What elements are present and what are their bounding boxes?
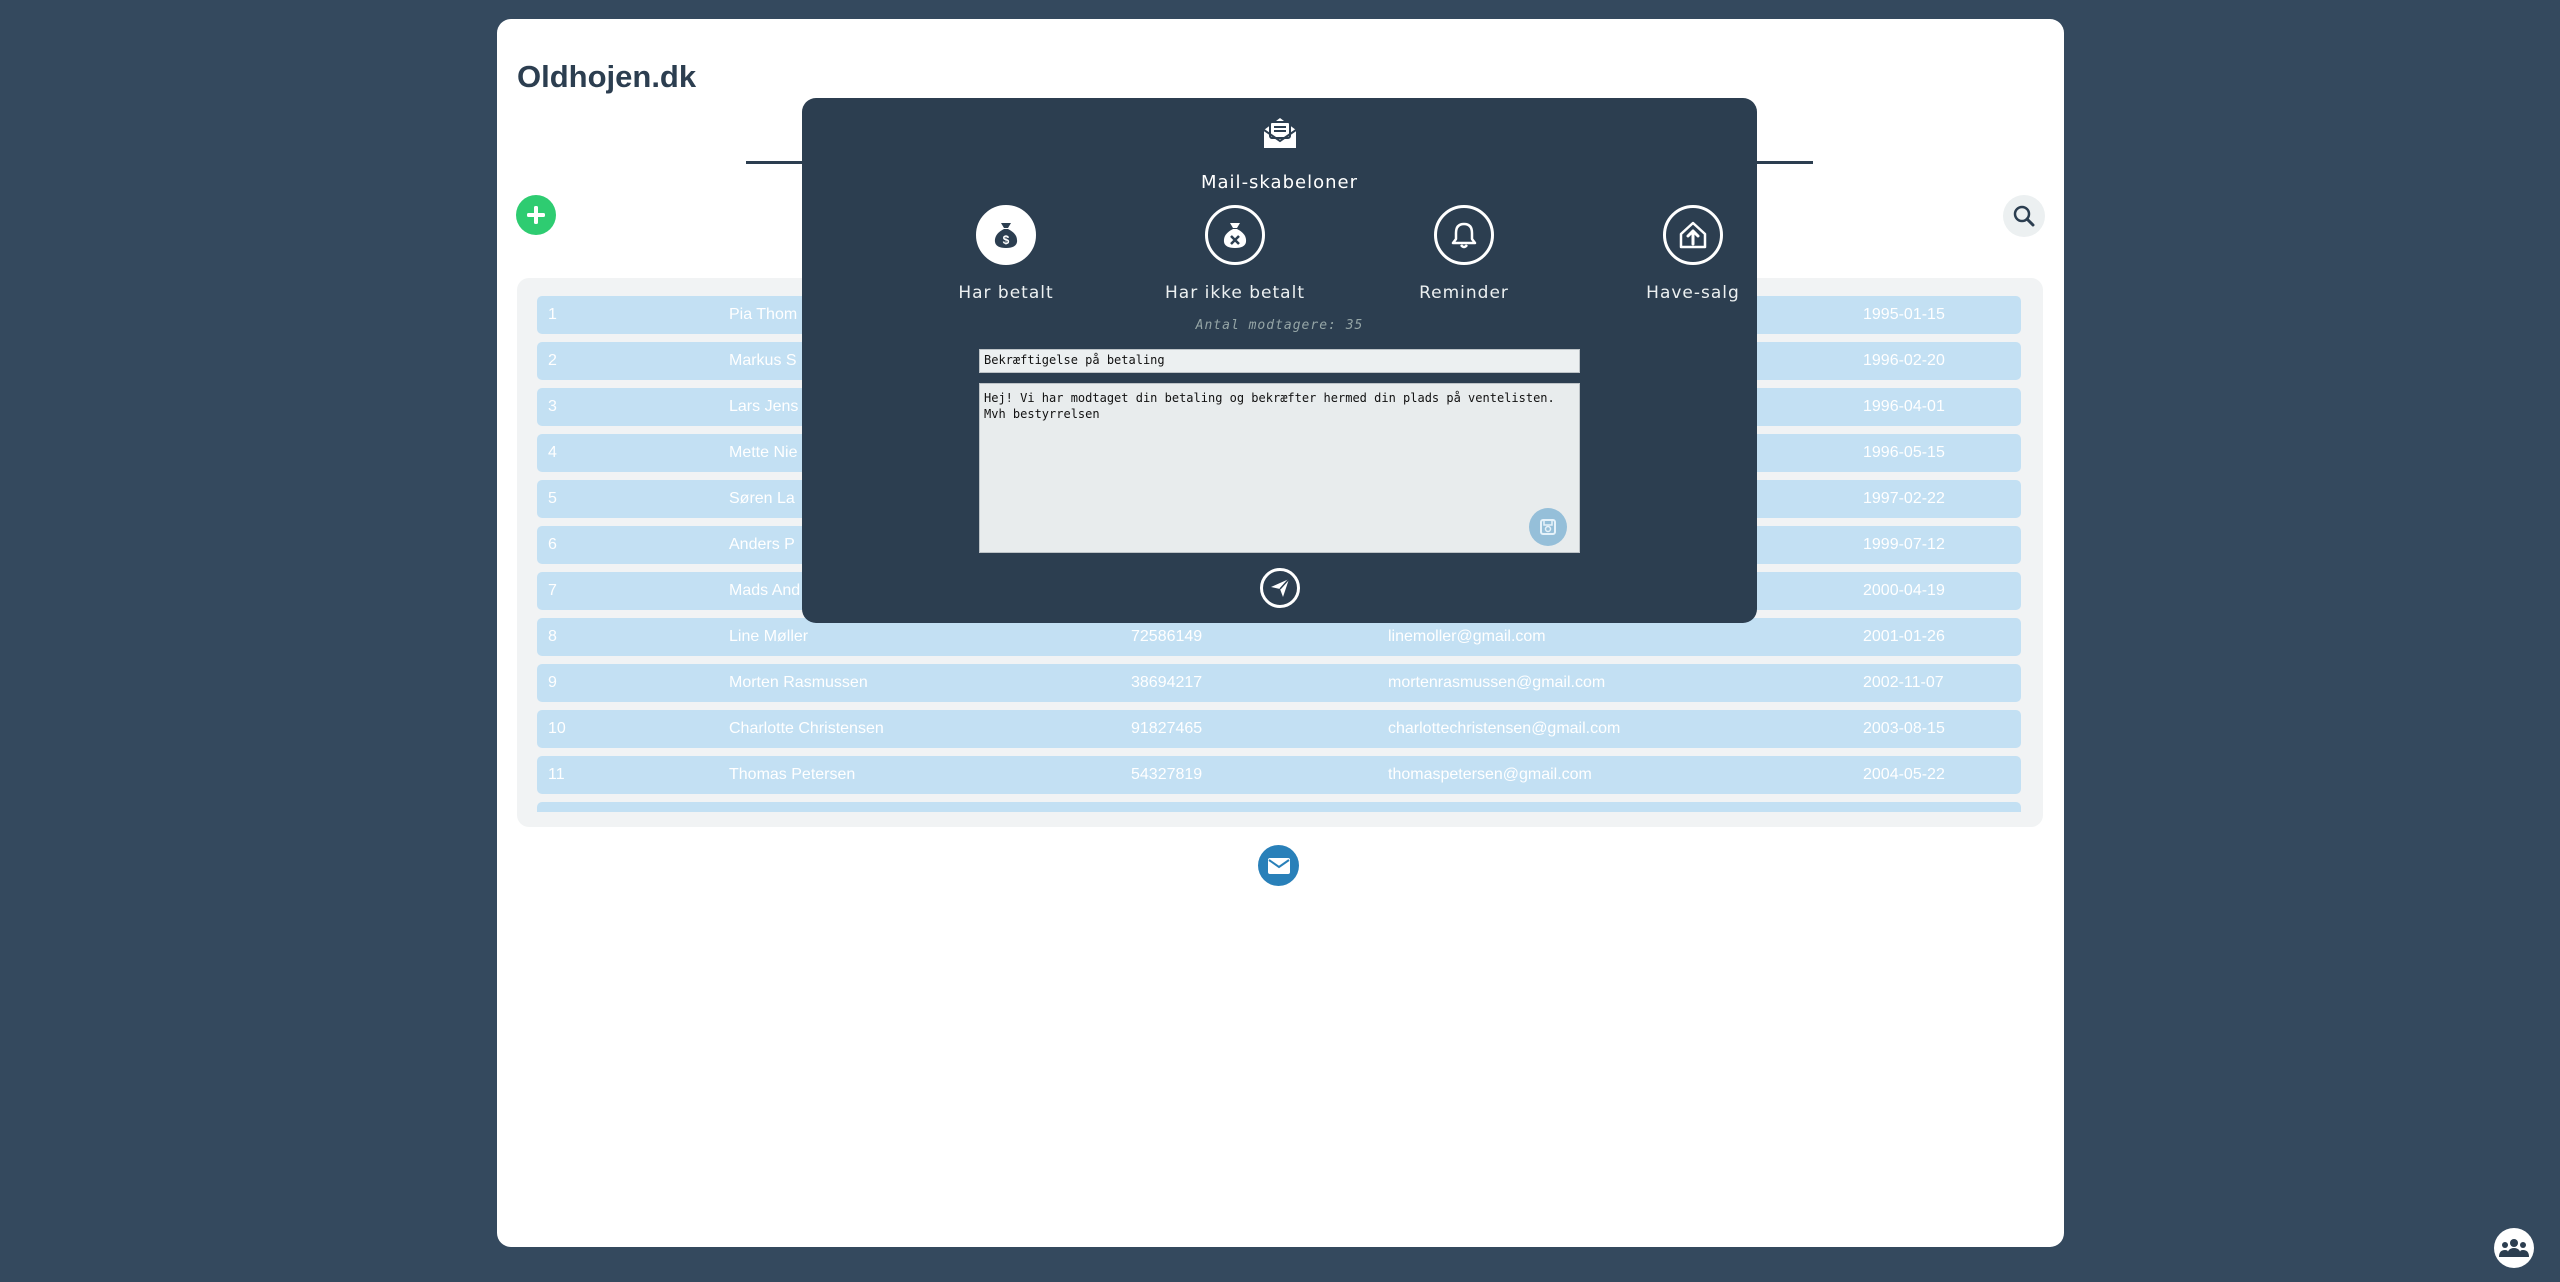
member-date: 1997-02-22 xyxy=(1863,490,1945,507)
row-number: 8 xyxy=(548,628,557,645)
member-phone: 54327819 xyxy=(1131,766,1203,783)
paper-plane-icon xyxy=(1271,578,1290,597)
member-phone: 72586149 xyxy=(1131,628,1203,645)
member-email: thomaspetersen@gmail.com xyxy=(1388,766,1592,783)
member-date: 1996-05-15 xyxy=(1863,444,1945,461)
site-title: Oldhojen.dk xyxy=(517,59,697,94)
template-har-betalt[interactable]: $ Har betalt xyxy=(936,205,1076,303)
member-email: charlottechristensen@gmail.com xyxy=(1388,720,1621,737)
members-fab-button[interactable] xyxy=(2494,1228,2534,1268)
template-reminder[interactable]: Reminder xyxy=(1394,205,1534,303)
template-have-salg[interactable]: Have-salg xyxy=(1623,205,1763,303)
row-number: 6 xyxy=(548,536,557,553)
envelope-open-icon xyxy=(1262,116,1298,155)
tab-underline xyxy=(1757,161,1813,164)
save-icon xyxy=(1540,519,1556,535)
member-email: mortenrasmussen@gmail.com xyxy=(1388,674,1606,691)
tab-underline xyxy=(746,161,806,164)
member-name: Lars Jens xyxy=(729,398,799,415)
send-mail-button[interactable] xyxy=(1260,568,1300,608)
mail-templates-modal: Mail-skabeloner $ Har betalt Har ikke be… xyxy=(802,98,1757,623)
table-row[interactable] xyxy=(537,802,2021,812)
member-date: 2000-04-19 xyxy=(1863,582,1945,599)
search-button[interactable] xyxy=(2003,195,2045,237)
save-template-button[interactable] xyxy=(1529,508,1567,546)
people-group-icon xyxy=(2499,1239,2529,1257)
member-phone: 91827465 xyxy=(1131,720,1203,737)
template-label: Har ikke betalt xyxy=(1165,283,1305,303)
body-textarea[interactable]: Hej! Vi har modtaget din betaling og bek… xyxy=(979,383,1580,553)
member-name: Charlotte Christensen xyxy=(729,720,884,737)
table-row[interactable]: 8 Line Møller 72586149 linemoller@gmail.com… xyxy=(537,618,2021,656)
member-name: Pia Thom xyxy=(729,306,798,323)
plus-icon xyxy=(527,206,545,224)
bell-icon xyxy=(1434,205,1494,265)
mail-button[interactable] xyxy=(1258,845,1299,886)
table-row[interactable]: 11 Thomas Petersen 54327819 thomaspetersen@… xyxy=(537,756,2021,794)
member-date: 1996-02-20 xyxy=(1863,352,1945,369)
member-name: Mette Nie xyxy=(729,444,798,461)
row-number: 10 xyxy=(548,720,566,737)
member-name: Morten Rasmussen xyxy=(729,674,868,691)
table-row[interactable]: 9 Morten Rasmussen 38694217 mortenrasmussen… xyxy=(537,664,2021,702)
money-bag-dollar-icon: $ xyxy=(976,205,1036,265)
modal-title: Mail-skabeloner xyxy=(1201,172,1358,193)
member-name: Anders P xyxy=(729,536,795,553)
member-date: 1999-07-12 xyxy=(1863,536,1945,553)
search-icon xyxy=(2013,205,2035,227)
member-date: 2001-01-26 xyxy=(1863,628,1945,645)
member-name: Thomas Petersen xyxy=(729,766,856,783)
row-number: 1 xyxy=(548,306,557,323)
row-number: 4 xyxy=(548,444,557,461)
member-name: Mads And xyxy=(729,582,801,599)
member-name: Markus S xyxy=(729,352,797,369)
row-number: 5 xyxy=(548,490,557,507)
member-date: 2003-08-15 xyxy=(1863,720,1945,737)
row-number: 9 xyxy=(548,674,557,691)
member-date: 2002-11-07 xyxy=(1863,674,1944,691)
member-phone: 38694217 xyxy=(1131,674,1203,691)
row-number: 2 xyxy=(548,352,557,369)
member-date: 1996-04-01 xyxy=(1863,398,1945,415)
envelope-icon xyxy=(1267,857,1290,874)
member-date: 1995-01-15 xyxy=(1863,306,1945,323)
template-har-ikke-betalt[interactable]: Har ikke betalt xyxy=(1165,205,1305,303)
row-number: 11 xyxy=(548,766,565,783)
svg-text:$: $ xyxy=(1003,233,1010,247)
template-label: Have-salg xyxy=(1646,283,1740,303)
row-number: 3 xyxy=(548,398,557,415)
table-row[interactable]: 10 Charlotte Christensen 91827465 charlotte… xyxy=(537,710,2021,748)
row-number: 7 xyxy=(548,582,557,599)
money-bag-x-icon xyxy=(1205,205,1265,265)
house-up-arrow-icon xyxy=(1663,205,1723,265)
member-email: linemoller@gmail.com xyxy=(1388,628,1546,645)
member-name: Søren La xyxy=(729,490,795,507)
template-label: Reminder xyxy=(1419,283,1509,303)
add-member-button[interactable] xyxy=(516,195,556,235)
template-label: Har betalt xyxy=(958,283,1054,303)
member-date: 2004-05-22 xyxy=(1863,766,1945,783)
member-name: Line Møller xyxy=(729,628,809,645)
recipient-count: Antal modtagere: 35 xyxy=(1195,318,1364,333)
subject-input[interactable]: Bekræftigelse på betaling xyxy=(979,349,1580,373)
